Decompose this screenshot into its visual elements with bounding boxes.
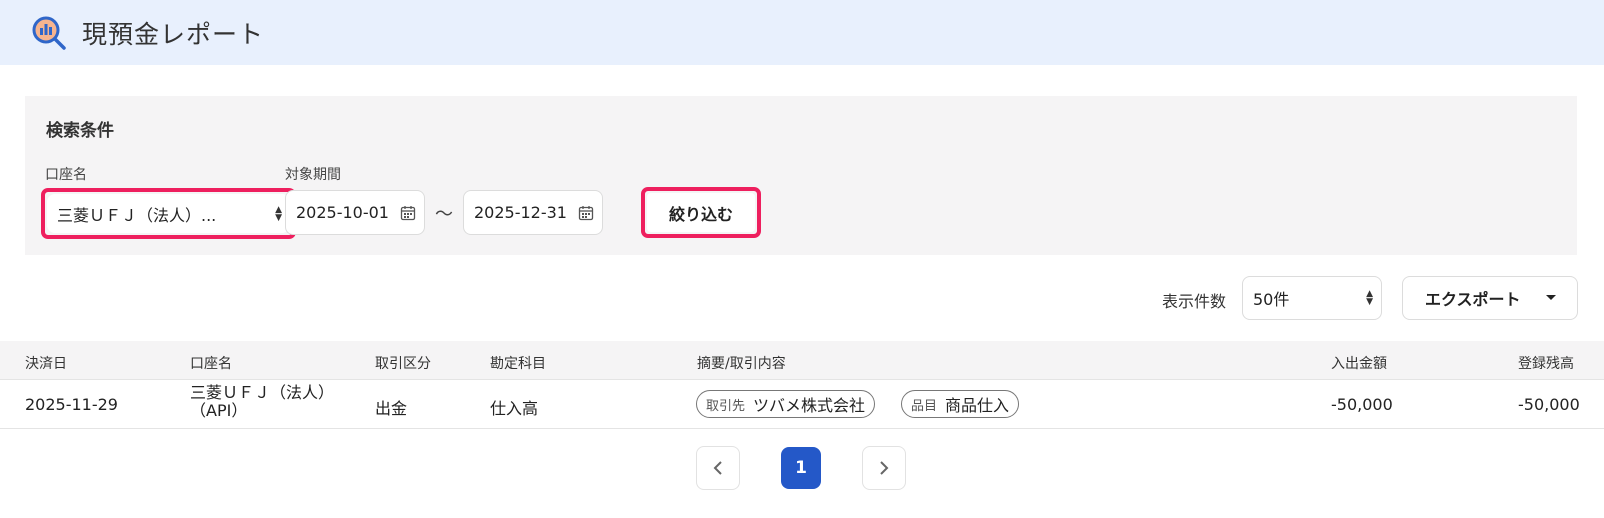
account-select-value: 三菱ＵＦＪ（法人）... — [57, 205, 217, 225]
column-header-date: 決済日 — [25, 356, 67, 372]
column-header-balance: 登録残高 — [1518, 356, 1574, 372]
prev-page-button[interactable] — [696, 446, 740, 490]
row-account-line1: 三菱ＵＦＪ（法人） — [190, 383, 335, 402]
period-label: 対象期間 — [285, 167, 341, 183]
column-header-type: 取引区分 — [375, 356, 431, 372]
date-from-value: 2025-10-01 — [296, 203, 389, 222]
item-tag: 品目 商品仕入 — [901, 390, 1020, 418]
select-arrows-icon: ▲ ▼ — [275, 204, 282, 223]
calendar-icon[interactable] — [578, 205, 594, 221]
partner-tag-value: ツバメ株式会社 — [753, 396, 866, 415]
column-header-account: 口座名 — [190, 356, 232, 372]
item-tag-key: 品目 — [911, 398, 938, 414]
page-title: 現預金レポート — [82, 19, 265, 49]
row-account-line2: （API） — [190, 401, 248, 420]
chevron-right-icon — [880, 461, 889, 475]
report-search-icon — [32, 16, 66, 50]
table-row[interactable]: 2025-11-29 三菱ＵＦＪ（法人） （API） 出金 仕入高 取引先 ツバ… — [0, 379, 1604, 429]
display-count-value: 50件 — [1253, 290, 1290, 309]
date-to-input[interactable]: 2025-12-31 — [463, 190, 603, 235]
display-count-select[interactable]: 50件 ▲ ▼ — [1242, 276, 1382, 320]
select-arrows-icon: ▲ ▼ — [1366, 289, 1373, 307]
chevron-left-icon — [713, 461, 722, 475]
export-button[interactable]: エクスポート — [1402, 276, 1578, 320]
caret-down-icon — [1546, 295, 1556, 300]
row-subject: 仕入高 — [490, 399, 539, 418]
date-to-value: 2025-12-31 — [474, 203, 567, 222]
partner-tag: 取引先 ツバメ株式会社 — [696, 390, 876, 418]
column-header-description: 摘要/取引内容 — [697, 356, 786, 372]
page-header: 現預金レポート — [0, 0, 1604, 65]
partner-tag-key: 取引先 — [706, 398, 746, 414]
account-select[interactable]: 三菱ＵＦＪ（法人）... ▲ ▼ — [47, 194, 290, 233]
row-type: 出金 — [375, 399, 408, 418]
column-header-subject: 勘定科目 — [490, 356, 546, 372]
calendar-icon[interactable] — [400, 205, 416, 221]
row-balance: -50,000 — [1518, 395, 1580, 414]
row-account: 三菱ＵＦＪ（法人） （API） — [190, 384, 334, 420]
filter-button[interactable]: 絞り込む — [647, 193, 755, 232]
row-amount: -50,000 — [1331, 395, 1393, 414]
page-button-current[interactable]: 1 — [781, 447, 821, 489]
next-page-button[interactable] — [862, 446, 906, 490]
date-from-input[interactable]: 2025-10-01 — [285, 190, 425, 235]
search-panel: 検索条件 口座名 三菱ＵＦＪ（法人）... ▲ ▼ 対象期間 2025-10-01… — [25, 96, 1577, 255]
display-count-label: 表示件数 — [1162, 292, 1227, 311]
search-panel-title: 検索条件 — [46, 121, 114, 141]
export-button-label: エクスポート — [1425, 290, 1521, 309]
item-tag-value: 商品仕入 — [945, 396, 1010, 415]
column-header-amount: 入出金額 — [1331, 356, 1387, 372]
date-separator: 〜 — [435, 204, 453, 225]
row-date: 2025-11-29 — [25, 395, 118, 414]
account-label: 口座名 — [45, 167, 87, 183]
table-header: 決済日 口座名 取引区分 勘定科目 摘要/取引内容 入出金額 登録残高 — [0, 341, 1604, 379]
